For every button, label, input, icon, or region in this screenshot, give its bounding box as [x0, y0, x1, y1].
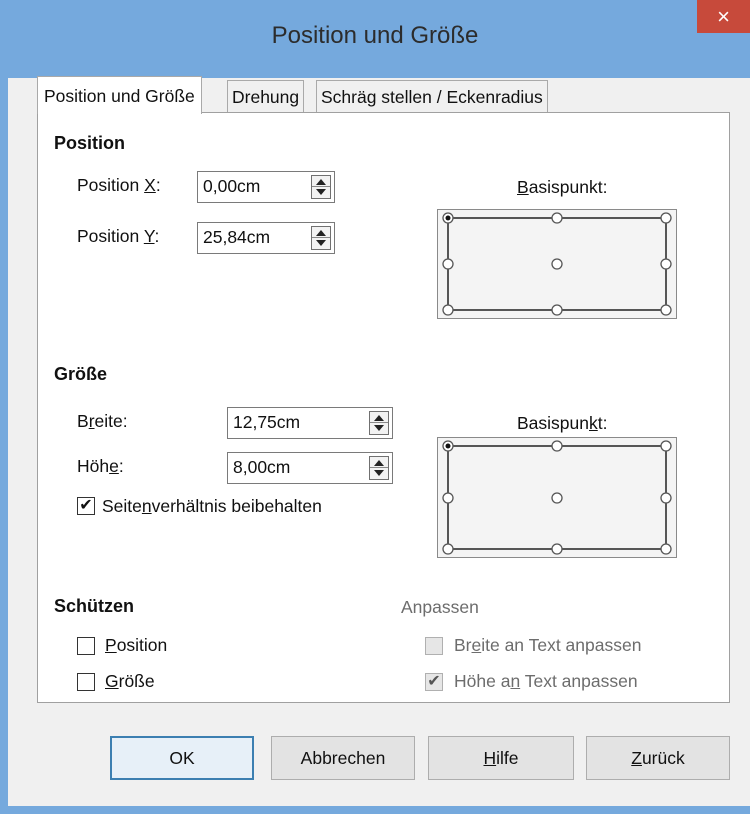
size-basis-grid[interactable]: [437, 437, 677, 558]
adapt-width-checkbox[interactable]: [425, 637, 443, 655]
checkmark-icon: ✔: [79, 497, 93, 514]
height-spin-buttons[interactable]: [369, 456, 389, 480]
title-bar[interactable]: Position und Größe ×: [0, 0, 750, 78]
height-spinbox[interactable]: 8,00cm: [227, 452, 393, 484]
tab-panel: Position Position X: 0,00cm Position Y: …: [37, 112, 730, 703]
cancel-button[interactable]: Abbrechen: [271, 736, 415, 780]
position-x-label: Position X:: [77, 175, 161, 195]
tab-rotation[interactable]: Drehung: [227, 80, 305, 112]
help-button[interactable]: Hilfe: [428, 736, 574, 780]
width-value[interactable]: 12,75cm: [233, 412, 300, 433]
position-x-value[interactable]: 0,00cm: [203, 176, 260, 197]
tab-slant-corner-radius[interactable]: Schräg stellen / Eckenradius: [316, 80, 548, 112]
position-y-value[interactable]: 25,84cm: [203, 227, 270, 248]
width-spin-buttons[interactable]: [369, 411, 389, 435]
position-basis-diagram: [442, 212, 672, 316]
position-y-label: Position Y:: [77, 226, 160, 246]
protect-position-label[interactable]: Position: [105, 635, 167, 656]
checkmark-icon: ✔: [427, 673, 441, 690]
protect-size-checkbox[interactable]: [77, 673, 95, 691]
adapt-height-label[interactable]: Höhe an Text anpassen: [454, 671, 638, 692]
dialog-client: Position und Größe Drehung Schräg stelle…: [8, 76, 750, 806]
protect-position-checkbox[interactable]: [77, 637, 95, 655]
position-heading: Position: [54, 133, 125, 153]
height-value[interactable]: 8,00cm: [233, 457, 290, 478]
spin-up-icon[interactable]: [316, 230, 326, 236]
reset-button[interactable]: Zurück: [586, 736, 730, 780]
position-y-spin-buttons[interactable]: [311, 226, 331, 250]
adapt-width-label[interactable]: Breite an Text anpassen: [454, 635, 641, 656]
width-label: Breite:: [77, 411, 128, 431]
adapt-heading: Anpassen: [401, 597, 479, 617]
spin-up-icon[interactable]: [316, 179, 326, 185]
size-basis-label: Basispunkt:: [517, 413, 608, 433]
adapt-height-checkbox[interactable]: ✔: [425, 673, 443, 691]
spin-down-icon[interactable]: [316, 189, 326, 195]
position-basis-grid[interactable]: [437, 209, 677, 319]
size-basis-diagram: [442, 440, 672, 555]
dialog-window: Position und Größe × Position und Größe …: [0, 0, 750, 814]
tab-position-size[interactable]: Position und Größe: [37, 76, 202, 114]
spin-down-icon[interactable]: [374, 425, 384, 431]
position-x-spinbox[interactable]: 0,00cm: [197, 171, 335, 203]
position-x-spin-buttons[interactable]: [311, 175, 331, 199]
protect-heading: Schützen: [54, 596, 135, 616]
spin-up-icon[interactable]: [374, 460, 384, 466]
width-spinbox[interactable]: 12,75cm: [227, 407, 393, 439]
size-heading: Größe: [54, 364, 108, 384]
keep-ratio-checkbox[interactable]: ✔: [77, 497, 95, 515]
ok-button[interactable]: OK: [110, 736, 254, 780]
close-icon: ×: [717, 4, 730, 29]
spin-down-icon[interactable]: [374, 470, 384, 476]
position-basis-label: Basispunkt:: [517, 177, 608, 197]
spin-down-icon[interactable]: [316, 240, 326, 246]
position-y-spinbox[interactable]: 25,84cm: [197, 222, 335, 254]
protect-size-label[interactable]: Größe: [105, 671, 155, 692]
window-title: Position und Größe: [271, 22, 479, 49]
height-label: Höhe:: [77, 456, 124, 476]
keep-ratio-label[interactable]: Seitenverhältnis beibehalten: [102, 496, 322, 517]
spin-up-icon[interactable]: [374, 415, 384, 421]
close-button[interactable]: ×: [697, 0, 750, 33]
